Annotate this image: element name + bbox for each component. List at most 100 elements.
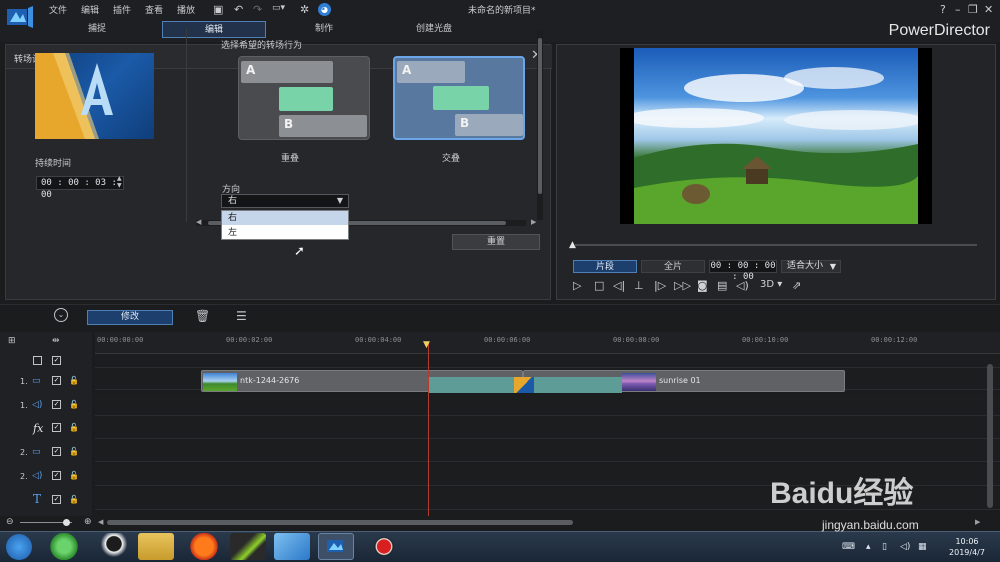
previous-frame-icon[interactable]: ◁| xyxy=(613,279,625,292)
scrubber-handle-icon[interactable]: ▲ xyxy=(569,240,576,250)
taskbar-app-firefox-icon[interactable] xyxy=(186,533,222,560)
tab-produce[interactable]: 制作 xyxy=(272,21,376,38)
device-icon[interactable]: ▯ xyxy=(882,542,887,552)
scroll-right-icon[interactable]: ▶ xyxy=(975,518,980,526)
stop-icon[interactable]: □ xyxy=(594,279,604,292)
track-enable-checkbox[interactable]: ✓ xyxy=(52,495,61,504)
track-enable-checkbox[interactable]: ✓ xyxy=(52,447,61,456)
volume-icon[interactable]: ◁) xyxy=(900,542,910,552)
lock-icon[interactable]: 🔓 xyxy=(69,400,79,409)
scroll-left-icon[interactable]: ◀ xyxy=(196,218,201,226)
lock-icon[interactable]: 🔓 xyxy=(69,471,79,480)
preview-scrubber[interactable] xyxy=(575,244,977,246)
taskbar-app-qq-icon[interactable] xyxy=(96,533,132,560)
lock-icon[interactable]: 🔓 xyxy=(69,495,79,504)
3d-mode-toggle[interactable]: 3D ▾ xyxy=(760,279,782,290)
mode-overlap-card[interactable]: A B xyxy=(238,56,370,140)
chevron-down-icon[interactable]: ⌄ xyxy=(54,308,68,322)
duration-stepper[interactable]: ▲ ▼ xyxy=(117,175,122,189)
zoom-out-icon[interactable]: ⊖ xyxy=(6,517,14,527)
minimize-icon[interactable]: – xyxy=(955,3,961,16)
clip-list-icon[interactable]: ☰ xyxy=(236,309,247,323)
trash-icon[interactable]: 🗑 xyxy=(195,309,210,323)
window-title: 未命名的新项目* xyxy=(468,6,536,16)
taskbar-app-360-icon[interactable] xyxy=(46,533,82,560)
fast-forward-icon[interactable]: ▷▷ xyxy=(674,279,691,292)
restore-icon[interactable]: ❐ xyxy=(968,3,978,16)
timeline-scroll-thumb[interactable] xyxy=(107,520,573,525)
clip-thumbnail xyxy=(203,373,237,391)
track-enable-checkbox[interactable]: ✓ xyxy=(52,471,61,480)
next-frame-icon[interactable]: |▷ xyxy=(654,279,666,292)
block-a: A xyxy=(241,61,333,83)
menu-file[interactable]: 文件 xyxy=(49,3,67,16)
split-icon[interactable]: ⊥ xyxy=(634,279,644,292)
lock-icon[interactable]: 🔓 xyxy=(69,447,79,456)
playhead-handle-icon[interactable]: ▼ xyxy=(423,340,430,350)
chevron-down-icon[interactable]: ▼ xyxy=(830,261,836,272)
direction-option-left[interactable]: 左 xyxy=(222,226,348,240)
taskbar-app-media-icon[interactable] xyxy=(230,533,266,560)
tray-arrow-icon[interactable]: ▴ xyxy=(866,542,871,552)
play-icon[interactable]: ▷ xyxy=(573,279,581,292)
tab-capture[interactable]: 捕捉 xyxy=(45,21,149,38)
transition-block xyxy=(433,86,489,110)
scroll-right-icon[interactable]: ▶ xyxy=(531,218,536,226)
menu-plugins[interactable]: 插件 xyxy=(113,3,131,16)
mode-cross-card[interactable]: A B xyxy=(393,56,525,140)
reset-button[interactable]: 重置 xyxy=(452,234,540,250)
save-icon[interactable]: ▣ xyxy=(213,3,223,16)
start-button[interactable] xyxy=(6,534,32,560)
menu-view[interactable]: 查看 xyxy=(145,3,163,16)
duration-field[interactable]: 00 : 00 : 03 : 00 xyxy=(36,176,124,200)
all-tracks-checkbox[interactable]: ✓ xyxy=(52,356,61,365)
mode-cross-label: 交叠 xyxy=(441,154,460,164)
fit-size-value: 适合大小 xyxy=(787,261,824,271)
undo-icon[interactable]: ↶ xyxy=(234,3,243,16)
playhead-line[interactable] xyxy=(428,342,429,516)
redo-icon[interactable]: ↷ xyxy=(253,3,262,16)
track-enable-checkbox[interactable]: ✓ xyxy=(52,400,61,409)
track-number: 1. xyxy=(20,377,28,386)
zoom-in-icon[interactable]: ⊕ xyxy=(84,517,92,527)
taskbar-app-recorder-icon[interactable] xyxy=(366,533,402,560)
track-enable-checkbox[interactable]: ✓ xyxy=(52,423,61,432)
taskbar-app-powerdirector-icon[interactable] xyxy=(318,533,354,560)
close-icon[interactable]: ✕ xyxy=(984,3,993,16)
panel-vertical-scroll-thumb[interactable] xyxy=(538,38,542,194)
lock-icon[interactable]: 🔓 xyxy=(69,376,79,385)
account-icon[interactable]: ◕ xyxy=(318,3,331,16)
zoom-slider-handle[interactable] xyxy=(63,519,70,526)
aspect-ratio-icon[interactable]: ▭▾ xyxy=(272,3,285,13)
fit-timeline-icon[interactable]: ⇹ xyxy=(52,336,60,346)
keyboard-icon[interactable]: ⌨ xyxy=(842,542,855,552)
menu-edit[interactable]: 编辑 xyxy=(81,3,99,16)
scroll-left-icon[interactable]: ◀ xyxy=(98,518,103,526)
tab-create-disc[interactable]: 创建光盘 xyxy=(382,21,486,38)
taskbar-app-explorer-icon[interactable] xyxy=(138,533,174,560)
track-view-icon[interactable]: ⊞ xyxy=(8,336,16,346)
fit-size-select[interactable]: 适合大小 ▼ xyxy=(781,260,841,273)
timeline-vertical-scrollbar[interactable] xyxy=(987,364,993,508)
subtitle-icon[interactable]: ▤ xyxy=(717,279,727,292)
taskbar-app-window-icon[interactable] xyxy=(274,533,310,560)
preview-tab-movie[interactable]: 全片 xyxy=(641,260,705,273)
undock-icon[interactable]: ⇗ xyxy=(792,279,801,292)
volume-icon[interactable]: ◁) xyxy=(736,279,749,292)
network-icon[interactable]: ▦ xyxy=(918,542,927,552)
chevron-down-icon[interactable]: ▼ xyxy=(337,195,343,207)
modify-button[interactable]: 修改 xyxy=(87,310,173,325)
tab-edit[interactable]: 编辑 xyxy=(162,21,266,38)
direction-select[interactable]: 右 ▼ xyxy=(221,194,349,208)
all-tracks-view-checkbox[interactable] xyxy=(33,356,42,365)
snapshot-icon[interactable]: ◙ xyxy=(697,279,708,292)
gear-icon[interactable]: ✲ xyxy=(300,3,309,16)
menu-play[interactable]: 播放 xyxy=(177,3,195,16)
lock-icon[interactable]: 🔓 xyxy=(69,423,79,432)
preview-timecode[interactable]: 00 : 00 : 00 : 00 xyxy=(709,260,777,282)
track-enable-checkbox[interactable]: ✓ xyxy=(52,376,61,385)
direction-option-right[interactable]: 右 xyxy=(222,211,348,225)
preview-tab-clip[interactable]: 片段 xyxy=(573,260,637,273)
taskbar-clock[interactable]: 10:06 2019/4/7 xyxy=(942,536,992,558)
help-icon[interactable]: ? xyxy=(940,3,946,16)
